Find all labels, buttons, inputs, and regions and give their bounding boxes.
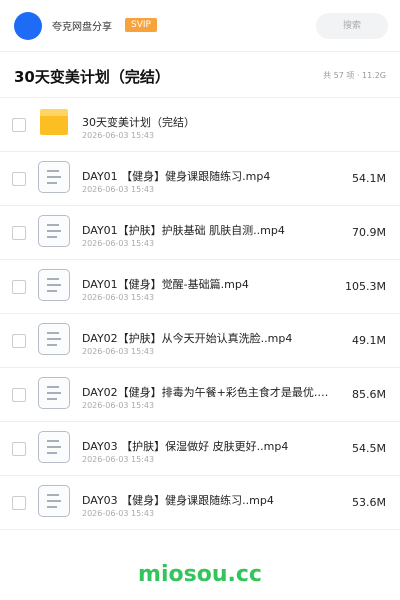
file-date: 2026-06-03 15:43	[82, 455, 155, 464]
list-item[interactable]: DAY03 【健身】健身课跟随练习..mp4 2026-06-03 15:43 …	[0, 476, 400, 530]
file-date: 2026-06-03 15:43	[82, 401, 155, 410]
file-date: 2026-06-03 15:43	[82, 131, 155, 140]
avatar[interactable]	[14, 12, 42, 40]
watermark: miosou.cc	[138, 562, 262, 587]
select-checkbox[interactable]	[12, 172, 26, 186]
file-name: DAY02【护肤】从今天开始认真洗脸..mp4	[82, 332, 293, 345]
list-item[interactable]: DAY01 【健身】健身课跟随练习.mp4 2026-06-03 15:43 5…	[0, 152, 400, 206]
file-date: 2026-06-03 15:43	[82, 239, 155, 248]
file-size: 70.9M	[352, 226, 386, 239]
owner-name: 夸克网盘分享	[52, 22, 112, 33]
file-date: 2026-06-03 15:43	[82, 293, 155, 302]
select-checkbox[interactable]	[12, 118, 26, 132]
list-item[interactable]: DAY01【健身】觉醒-基础篇.mp4 2026-06-03 15:43 105…	[0, 260, 400, 314]
file-size: 105.3M	[345, 280, 386, 293]
file-date: 2026-06-03 15:43	[82, 347, 155, 356]
share-header: 夸克网盘分享 SVIP 搜索	[0, 0, 400, 52]
file-name: DAY01【健身】觉醒-基础篇.mp4	[82, 278, 249, 291]
select-checkbox[interactable]	[12, 226, 26, 240]
page-title: 30天变美计划（完结）	[14, 68, 170, 86]
file-size: 85.6M	[352, 388, 386, 401]
file-size: 54.5M	[352, 442, 386, 455]
file-date: 2026-06-03 15:43	[82, 185, 155, 194]
document-icon	[38, 377, 70, 409]
svip-badge: SVIP	[125, 18, 157, 32]
file-list: 30天变美计划（完结） 2026-06-03 15:43 DAY01 【健身】健…	[0, 98, 400, 530]
select-checkbox[interactable]	[12, 388, 26, 402]
list-item-folder[interactable]: 30天变美计划（完结） 2026-06-03 15:43	[0, 98, 400, 152]
document-icon	[38, 161, 70, 193]
file-size: 53.6M	[352, 496, 386, 509]
file-date: 2026-06-03 15:43	[82, 509, 155, 518]
search-input[interactable]: 搜索	[316, 13, 388, 39]
document-icon	[38, 431, 70, 463]
document-icon	[38, 215, 70, 247]
folder-title-bar: 30天变美计划（完结） 共 57 项 · 11.2G	[0, 52, 400, 98]
file-name: DAY01 【健身】健身课跟随练习.mp4	[82, 170, 271, 183]
select-checkbox[interactable]	[12, 334, 26, 348]
file-name: DAY03 【健身】健身课跟随练习..mp4	[82, 494, 274, 507]
document-icon	[38, 485, 70, 517]
folder-icon	[40, 109, 68, 135]
file-size: 54.1M	[352, 172, 386, 185]
select-checkbox[interactable]	[12, 496, 26, 510]
file-name: DAY02【健身】排毒为午餐+彩色主食才是最优.mp4	[82, 386, 336, 399]
select-checkbox[interactable]	[12, 442, 26, 456]
list-item[interactable]: DAY01【护肤】护肤基础 肌肤自测..mp4 2026-06-03 15:43…	[0, 206, 400, 260]
file-size: 49.1M	[352, 334, 386, 347]
folder-meta: 共 57 项 · 11.2G	[323, 71, 386, 80]
list-item[interactable]: DAY02【护肤】从今天开始认真洗脸..mp4 2026-06-03 15:43…	[0, 314, 400, 368]
file-name: 30天变美计划（完结）	[82, 116, 195, 129]
document-icon	[38, 269, 70, 301]
document-icon	[38, 323, 70, 355]
file-name: DAY03 【护肤】保湿做好 皮肤更好..mp4	[82, 440, 289, 453]
file-name: DAY01【护肤】护肤基础 肌肤自测..mp4	[82, 224, 285, 237]
select-checkbox[interactable]	[12, 280, 26, 294]
list-item[interactable]: DAY02【健身】排毒为午餐+彩色主食才是最优.mp4 2026-06-03 1…	[0, 368, 400, 422]
list-item[interactable]: DAY03 【护肤】保湿做好 皮肤更好..mp4 2026-06-03 15:4…	[0, 422, 400, 476]
